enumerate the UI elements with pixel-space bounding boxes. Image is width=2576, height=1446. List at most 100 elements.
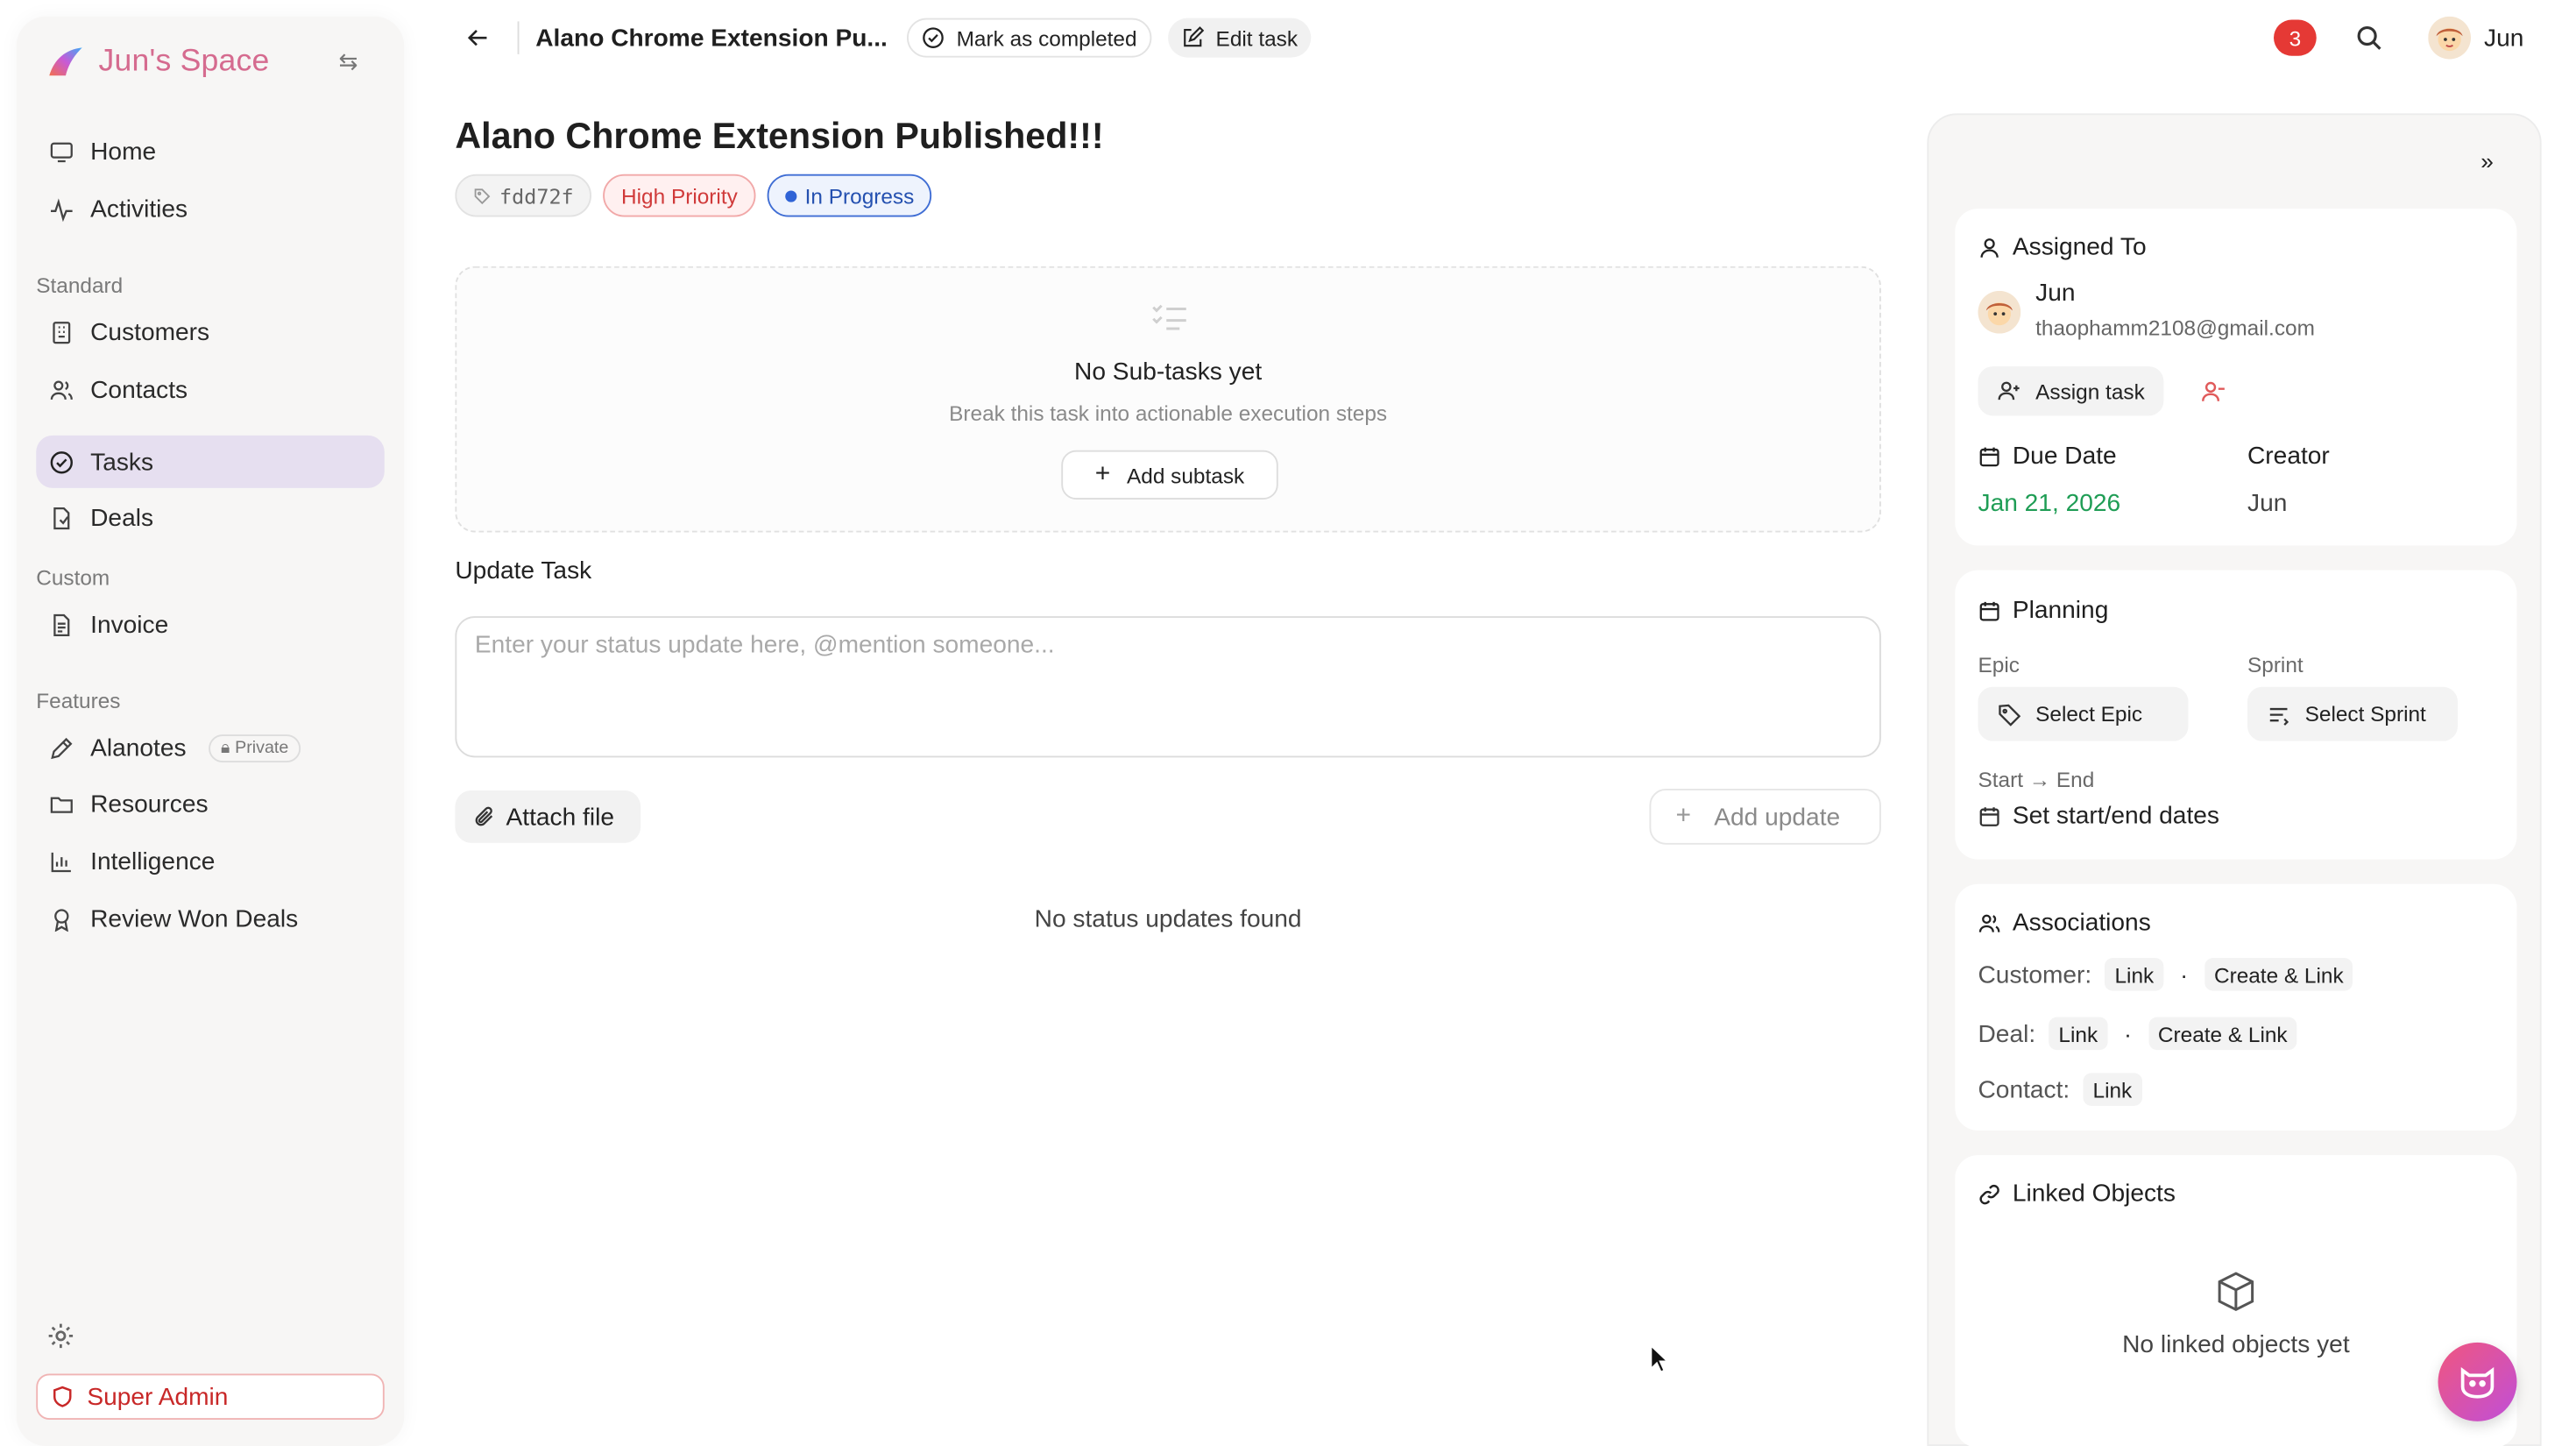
- creator-label: Creator: [2247, 442, 2330, 471]
- add-subtask-button[interactable]: + Add subtask: [1061, 450, 1278, 500]
- gear-icon[interactable]: [46, 1322, 76, 1351]
- brand-name: Jun's Space: [98, 44, 270, 79]
- sidebar-item-label: Resources: [90, 789, 209, 818]
- assignee-name: Jun: [2035, 279, 2076, 308]
- sidebar-item-label: Review Won Deals: [90, 904, 299, 933]
- add-update-button[interactable]: + Add update: [1649, 789, 1881, 845]
- user-icon: [1980, 237, 1999, 257]
- no-updates-message: No status updates found: [1034, 905, 1302, 933]
- assistant-button[interactable]: [2438, 1342, 2517, 1421]
- section-label-standard: Standard: [36, 273, 124, 298]
- details-panel: » Assigned To Jun thaophamm2108@gmail.co…: [1927, 113, 2542, 1446]
- assigned-to-label: Assigned To: [2012, 233, 2147, 262]
- status-dot: [785, 189, 797, 202]
- sidebar-item-activities[interactable]: Activities: [36, 182, 385, 235]
- customer-label: Customer:: [1978, 960, 2092, 989]
- document-icon: [53, 507, 70, 529]
- box-icon: [2218, 1272, 2254, 1312]
- sidebar-item-customers[interactable]: Customers: [36, 306, 385, 358]
- subtasks-empty-title: No Sub-tasks yet: [1074, 358, 1263, 386]
- private-badge-label: Private: [235, 737, 289, 758]
- mouse-cursor-icon: [1650, 1343, 1669, 1373]
- deal-label: Deal:: [1978, 1019, 2036, 1048]
- calendar-icon: [1979, 600, 1999, 620]
- due-date-value[interactable]: Jan 21, 2026: [1978, 490, 2121, 518]
- separator-dot: ·: [2180, 960, 2188, 988]
- sidebar-item-review-won-deals[interactable]: Review Won Deals: [36, 892, 385, 945]
- brand[interactable]: Jun's Space: [46, 43, 270, 82]
- separator-dot: ·: [2124, 1020, 2132, 1047]
- deal-link-button[interactable]: Link: [2049, 1017, 2108, 1051]
- task-id-badge[interactable]: fdd72f: [455, 174, 592, 217]
- sidebar-item-label: Intelligence: [90, 847, 216, 875]
- linked-objects-title: Linked Objects: [1978, 1180, 2176, 1208]
- divider: [517, 21, 520, 54]
- customer-link-button[interactable]: Link: [2105, 958, 2164, 991]
- assignee-email: thaophamm2108@gmail.com: [2035, 315, 2315, 341]
- contact-link-button[interactable]: Link: [2083, 1073, 2142, 1106]
- sidebar-item-home[interactable]: Home: [36, 125, 385, 178]
- users-icon: [50, 379, 73, 400]
- attach-file-button[interactable]: Attach file: [455, 790, 641, 843]
- no-linked-objects: No linked objects yet: [2122, 1330, 2350, 1359]
- status-label: In Progress: [804, 183, 915, 209]
- user-remove-icon[interactable]: [2202, 379, 2226, 404]
- building-icon: [53, 321, 71, 344]
- select-epic-button[interactable]: Select Epic: [1978, 686, 2189, 741]
- association-customer-row: Customer: Link · Create & Link: [1978, 958, 2353, 991]
- deal-create-link-button[interactable]: Create & Link: [2148, 1017, 2297, 1051]
- sidebar-item-intelligence[interactable]: Intelligence: [36, 835, 385, 888]
- plus-icon: +: [1094, 460, 1111, 488]
- double-chevron-right-icon[interactable]: »: [2480, 148, 2494, 174]
- associations-card: Associations Customer: Link · Create & L…: [1955, 883, 2517, 1131]
- check-circle-icon: [50, 450, 73, 473]
- update-task-label: Update Task: [455, 556, 592, 585]
- edit-task-label: Edit task: [1215, 25, 1299, 51]
- sidebar-item-invoice[interactable]: Invoice: [36, 599, 385, 651]
- task-tags: fdd72f High Priority In Progress: [455, 174, 932, 217]
- associations-title: Associations: [1978, 909, 2151, 937]
- planning-label: Planning: [2012, 596, 2109, 625]
- folder-icon: [50, 796, 73, 812]
- sidebar-item-label: Deals: [90, 503, 154, 532]
- customer-create-link-button[interactable]: Create & Link: [2204, 958, 2353, 991]
- add-subtask-label: Add subtask: [1127, 462, 1245, 487]
- list-icon: [2269, 706, 2289, 725]
- sidebar-item-deals[interactable]: Deals: [36, 492, 385, 544]
- set-dates-button[interactable]: Set start/end dates: [1978, 802, 2219, 830]
- select-sprint-button[interactable]: Select Sprint: [2247, 686, 2458, 741]
- planning-card: Planning Epic Select Epic Sprint Select …: [1955, 570, 2517, 860]
- sidebar-item-resources[interactable]: Resources: [36, 777, 385, 830]
- swap-arrows-icon[interactable]: ⇆: [336, 46, 362, 74]
- subtasks-empty-subtitle: Break this task into actionable executio…: [949, 400, 1388, 426]
- user-plus-icon: [1998, 381, 2020, 400]
- association-contact-row: Contact: Link: [1978, 1073, 2142, 1106]
- private-badge: 🔒︎ Private: [209, 734, 301, 762]
- status-badge[interactable]: In Progress: [767, 174, 932, 217]
- sidebar-item-label: Contacts: [90, 375, 188, 404]
- epic-label: Epic: [1978, 652, 2020, 677]
- back-arrow-icon[interactable]: [455, 15, 501, 61]
- tag-icon: [1999, 703, 2021, 726]
- edit-task-button[interactable]: Edit task: [1168, 18, 1312, 58]
- user-menu[interactable]: Jun: [2428, 16, 2523, 60]
- notification-badge[interactable]: 3: [2274, 19, 2317, 56]
- mark-completed-button[interactable]: Mark as completed: [907, 18, 1152, 58]
- award-icon: [54, 908, 69, 932]
- sidebar-item-tasks[interactable]: Tasks: [36, 435, 385, 488]
- check-circle-icon: [923, 27, 945, 48]
- sidebar-item-contacts[interactable]: Contacts: [36, 363, 385, 415]
- subtasks-empty-state: No Sub-tasks yet Break this task into ac…: [455, 266, 1881, 533]
- status-update-input[interactable]: [455, 616, 1881, 758]
- sidebar-item-label: Alanotes: [90, 734, 187, 762]
- assign-task-button[interactable]: Assign task: [1978, 366, 2165, 416]
- search-icon[interactable]: [2354, 23, 2384, 53]
- paperclip-icon: [475, 806, 493, 826]
- sidebar-item-alanotes[interactable]: Alanotes 🔒︎ Private: [36, 721, 385, 774]
- assigned-to-title: Assigned To: [1978, 233, 2147, 261]
- calendar-icon: [1979, 446, 1999, 466]
- sidebar-item-label: Customers: [90, 317, 210, 346]
- super-admin-button[interactable]: Super Admin: [36, 1373, 385, 1420]
- priority-badge[interactable]: High Priority: [603, 174, 756, 217]
- avatar: [1978, 290, 2021, 334]
